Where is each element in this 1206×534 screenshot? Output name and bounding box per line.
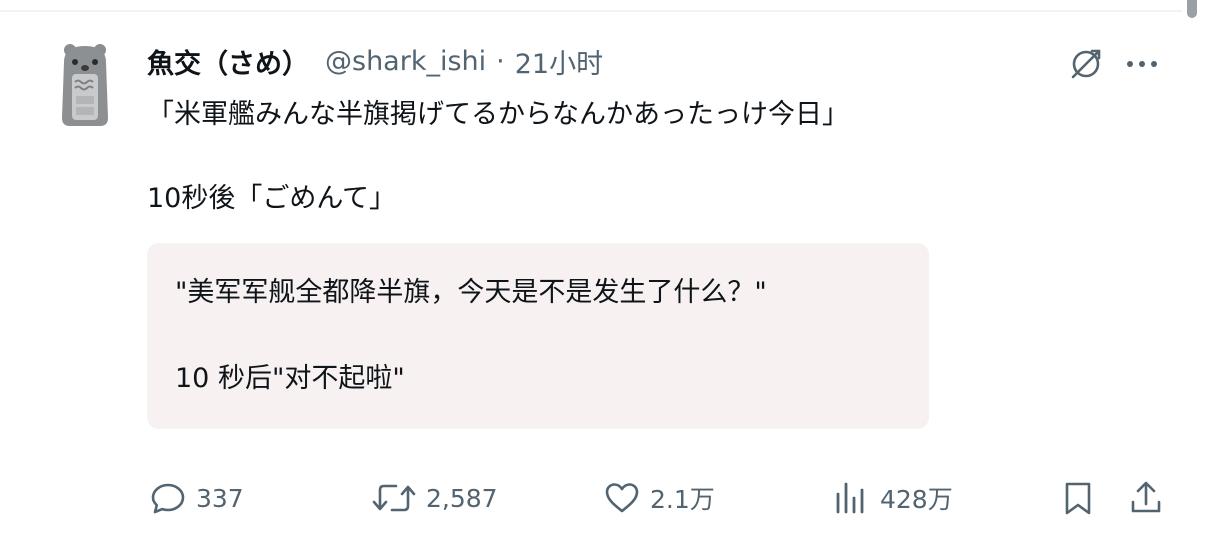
top-divider (0, 10, 1182, 12)
translation-box: "美军军舰全都降半旗，今天是不是发生了什么？" 10 秒后"对不起啦" (147, 243, 929, 429)
heart-icon (605, 483, 639, 513)
separator-dot: · (496, 45, 505, 77)
reply-icon (151, 483, 185, 514)
retweet-icon (372, 484, 416, 512)
bookmark-button[interactable] (1058, 470, 1098, 526)
views-button[interactable]: 428万 (832, 470, 953, 526)
like-count: 2.1万 (650, 485, 715, 514)
translation-text: "美军军舰全都降半旗，今天是不是发生了什么？" 10 秒后"对不起啦" (175, 271, 767, 400)
tweet-text-line2: 10秒後「ごめんて」 (147, 183, 397, 214)
display-name[interactable]: 魚交（さめ） (147, 42, 309, 81)
scrollbar[interactable] (1187, 0, 1197, 18)
views-icon (836, 482, 864, 514)
retweet-count: 2,587 (426, 483, 498, 513)
tweet-header: 魚交（さめ） @shark_ishi · 21小时 (147, 40, 603, 82)
share-button[interactable] (1126, 470, 1166, 526)
action-bar: 337 2,587 2.1万 428万 (0, 470, 1206, 526)
translate-icon (1071, 49, 1101, 79)
user-handle[interactable]: @shark_ishi (325, 46, 486, 77)
translation-line2: 10 秒后"对不起啦" (175, 363, 405, 394)
timestamp[interactable]: 21小时 (515, 42, 603, 81)
translation-line1: "美军军舰全都降半旗，今天是不是发生了什么？" (175, 277, 767, 308)
tweet-text: 「米軍艦みんな半旗掲げてるからなんかあったっけ今日」 10秒後「ごめんて」 (147, 94, 849, 220)
translate-button[interactable] (1064, 42, 1108, 86)
retweet-button[interactable]: 2,587 (370, 470, 498, 526)
more-icon (1127, 61, 1157, 67)
share-icon (1131, 481, 1161, 513)
more-button[interactable] (1120, 42, 1164, 86)
bookmark-icon (1065, 482, 1091, 515)
tweet-text-line1: 「米軍艦みんな半旗掲げてるからなんかあったっけ今日」 (147, 99, 849, 130)
view-count: 428万 (880, 485, 953, 514)
like-button[interactable]: 2.1万 (602, 470, 715, 526)
reply-count: 337 (196, 483, 244, 513)
avatar[interactable] (56, 40, 114, 128)
reply-button[interactable]: 337 (148, 470, 244, 526)
